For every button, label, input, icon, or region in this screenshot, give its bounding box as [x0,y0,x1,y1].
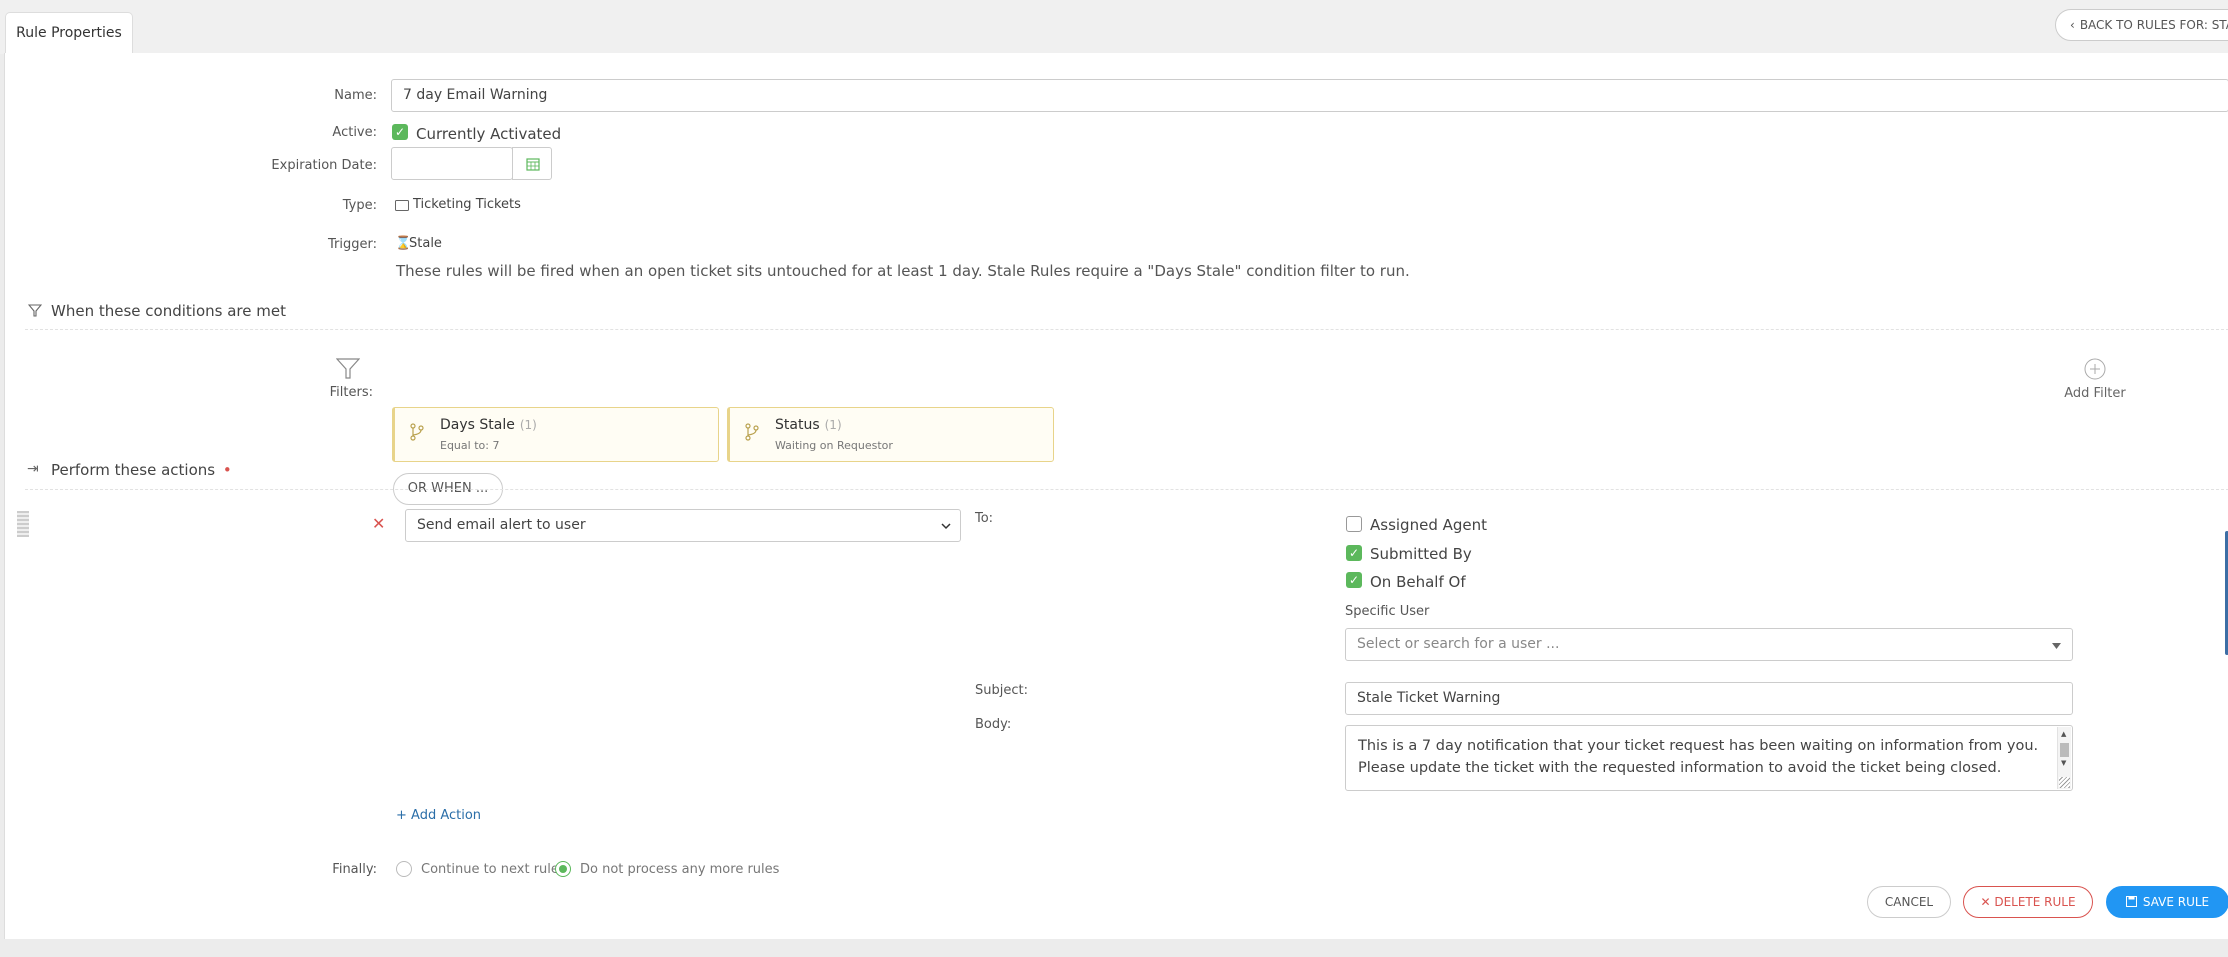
remove-action-icon[interactable]: ✕ [372,514,385,533]
stop-processing-label: Do not process any more rules [580,862,780,877]
on-behalf-of-checkbox[interactable]: ✓ [1346,572,1362,588]
active-status-text: Currently Activated [416,125,562,143]
actions-divider [25,489,2228,490]
funnel-icon [28,304,42,317]
actions-section-title: Perform these actions • [51,461,232,479]
submitted-by-label: Submitted By [1370,545,1472,563]
chevron-down-icon [941,523,951,530]
caret-down-icon [2052,643,2061,649]
filter-detail: Equal to: 7 [440,439,500,452]
cancel-button[interactable]: CANCEL [1867,886,1951,918]
branch-icon [745,423,759,441]
specific-user-select[interactable]: Select or search for a user ... [1345,628,2073,661]
add-action-link[interactable]: + Add Action [396,808,481,823]
body-text: This is a 7 day notification that your t… [1358,738,2039,776]
calendar-icon [526,158,540,171]
expiration-label: Expiration Date: [271,158,377,173]
save-rule-button[interactable]: SAVE RULE [2106,886,2228,918]
filter-count: (1) [824,418,842,432]
calendar-button[interactable] [512,147,552,180]
body-textarea[interactable]: This is a 7 day notification that your t… [1345,725,2073,791]
type-value: Ticketing Tickets [413,197,521,212]
name-label: Name: [334,88,377,103]
to-label: To: [975,511,994,526]
active-checkbox[interactable]: ✓ [392,124,408,140]
action-select-value: Send email alert to user [417,517,586,533]
tab-rule-properties[interactable]: Rule Properties [5,12,133,54]
type-label: Type: [342,198,377,213]
filter-name: Status [775,417,820,433]
delete-rule-label: DELETE RULE [1994,895,2076,909]
back-to-rules-button[interactable]: ‹ BACK TO RULES FOR: STA [2055,9,2228,41]
subject-label: Subject: [975,683,1028,698]
actions-title-text: Perform these actions [51,461,216,479]
required-marker: • [222,461,232,479]
specific-user-label: Specific User [1345,604,1430,619]
name-input[interactable]: 7 day Email Warning [391,79,2228,112]
sign-in-icon: ⇥ [27,461,39,477]
filters-label: Filters: [329,385,373,400]
specific-user-placeholder: Select or search for a user ... [1357,636,1560,652]
drag-handle[interactable] [17,511,29,537]
filter-card-days-stale[interactable]: Days Stale (1) Equal to: 7 [392,407,719,462]
body-scrollbar[interactable]: ▲ ▼ [2057,727,2071,789]
tab-bar: Rule Properties ‹ BACK TO RULES FOR: STA [0,0,2228,54]
filter-card-status[interactable]: Status (1) Waiting on Requestor [727,407,1054,462]
continue-next-rule-radio[interactable] [396,861,412,877]
ticket-icon [395,200,409,211]
filter-count: (1) [519,418,537,432]
assigned-agent-checkbox[interactable] [1346,516,1362,532]
back-button-label: BACK TO RULES FOR: STA [2079,18,2228,32]
conditions-divider [25,329,2228,330]
filter-detail: Waiting on Requestor [775,439,893,452]
trigger-value: Stale [409,236,442,251]
finally-label: Finally: [332,862,377,877]
chevron-left-icon: ‹ [2070,18,2075,32]
expiration-date-input[interactable] [391,147,513,180]
add-filter-label: Add Filter [2064,386,2126,401]
filters-funnel-icon [336,358,360,379]
on-behalf-of-label: On Behalf Of [1370,573,1466,591]
stop-processing-radio[interactable] [555,861,571,877]
delete-rule-button[interactable]: ✕ DELETE RULE [1963,886,2093,918]
rule-properties-panel: Name: 7 day Email Warning Active: ✓ Curr… [4,53,2228,939]
continue-next-rule-label: Continue to next rule [421,862,559,877]
conditions-section-title: When these conditions are met [51,302,286,320]
trigger-description: These rules will be fired when an open t… [396,262,1410,280]
trigger-label: Trigger: [328,237,377,252]
plus-circle-icon [2084,358,2106,380]
filter-name: Days Stale [440,417,515,433]
close-icon: ✕ [1980,895,1995,909]
active-label: Active: [332,125,377,140]
action-type-select[interactable]: Send email alert to user [405,509,961,542]
body-label: Body: [975,717,1012,732]
subject-input[interactable]: Stale Ticket Warning [1345,682,2073,715]
branch-icon [410,423,424,441]
floppy-disk-icon [2125,896,2137,907]
save-rule-label: SAVE RULE [2142,895,2210,909]
resize-grip-icon[interactable] [2059,777,2070,788]
submitted-by-checkbox[interactable]: ✓ [1346,545,1362,561]
add-filter-button[interactable]: Add Filter [2045,358,2145,410]
assigned-agent-label: Assigned Agent [1370,516,1488,534]
